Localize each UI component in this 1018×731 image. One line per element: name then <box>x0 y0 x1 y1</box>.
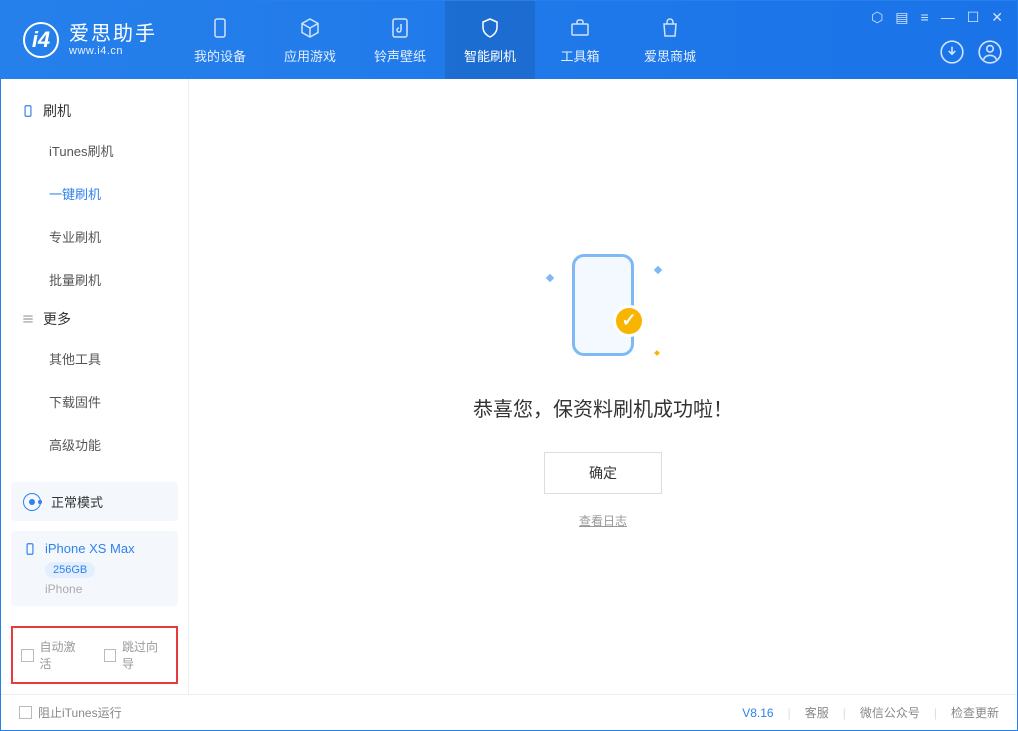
mode-icon <box>23 493 41 511</box>
phone-icon <box>21 104 35 118</box>
check-badge-icon: ✓ <box>613 305 645 337</box>
nav-tabs: 我的设备 应用游戏 铃声壁纸 智能刷机 工具箱 爱思商城 <box>175 1 715 79</box>
sidebar-item-download-firmware[interactable]: 下载固件 <box>1 380 188 423</box>
ok-button[interactable]: 确定 <box>544 452 662 494</box>
device-card[interactable]: iPhone XS Max 256GB iPhone <box>11 531 178 606</box>
menu-icon[interactable]: ≡ <box>921 9 929 26</box>
maximize-button[interactable]: ☐ <box>967 9 980 26</box>
header-bar: i4 爱思助手 www.i4.cn 我的设备 应用游戏 铃声壁纸 智能刷机 工具… <box>1 1 1017 79</box>
tab-ringtone[interactable]: 铃声壁纸 <box>355 1 445 79</box>
window-controls: ⬡ ▤ ≡ — ☐ ✕ <box>871 9 1003 26</box>
checkbox-skip-guide[interactable]: 跳过向导 <box>104 638 169 672</box>
device-name: iPhone XS Max <box>45 541 135 556</box>
checkbox-auto-activate[interactable]: 自动激活 <box>21 638 86 672</box>
success-message: 恭喜您，保资料刷机成功啦！ <box>473 393 733 422</box>
sidebar-group-more: 更多 <box>1 301 188 337</box>
shirt-icon[interactable]: ⬡ <box>871 9 883 26</box>
user-icon[interactable] <box>977 39 1003 65</box>
main-content: ✓ 恭喜您，保资料刷机成功啦！ 确定 查看日志 <box>189 79 1017 694</box>
highlighted-options: 自动激活 跳过向导 <box>11 626 178 684</box>
logo-icon: i4 <box>23 22 59 58</box>
wechat-link[interactable]: 微信公众号 <box>860 704 920 721</box>
view-log-link[interactable]: 查看日志 <box>579 512 627 529</box>
more-icon <box>21 312 35 326</box>
version-label: V8.16 <box>742 706 773 720</box>
check-update-link[interactable]: 检查更新 <box>951 704 999 721</box>
bag-icon <box>658 16 682 40</box>
device-capacity: 256GB <box>45 562 95 578</box>
sidebar-item-itunes-flash[interactable]: iTunes刷机 <box>1 129 188 172</box>
tab-flash[interactable]: 智能刷机 <box>445 1 535 79</box>
sidebar-item-other-tools[interactable]: 其他工具 <box>1 337 188 380</box>
checkbox-icon <box>21 649 34 662</box>
footer-bar: 阻止iTunes运行 V8.16 | 客服 | 微信公众号 | 检查更新 <box>1 694 1017 730</box>
sidebar-item-advanced[interactable]: 高级功能 <box>1 423 188 466</box>
checkbox-icon <box>19 706 32 719</box>
sidebar-item-pro-flash[interactable]: 专业刷机 <box>1 215 188 258</box>
sidebar-item-one-click-flash[interactable]: 一键刷机 <box>1 172 188 215</box>
minimize-button[interactable]: — <box>941 9 955 26</box>
device-type: iPhone <box>45 582 166 596</box>
tab-toolbox[interactable]: 工具箱 <box>535 1 625 79</box>
sidebar: 刷机 iTunes刷机 一键刷机 专业刷机 批量刷机 更多 其他工具 下载固件 … <box>1 79 189 694</box>
sidebar-item-batch-flash[interactable]: 批量刷机 <box>1 258 188 301</box>
device-icon <box>208 16 232 40</box>
sidebar-group-flash: 刷机 <box>1 93 188 129</box>
tab-my-device[interactable]: 我的设备 <box>175 1 265 79</box>
music-icon <box>388 16 412 40</box>
briefcase-icon <box>568 16 592 40</box>
mode-label: 正常模式 <box>51 492 103 511</box>
tab-apps[interactable]: 应用游戏 <box>265 1 355 79</box>
shield-icon <box>478 16 502 40</box>
support-link[interactable]: 客服 <box>805 704 829 721</box>
app-name: 爱思助手 <box>69 23 157 45</box>
checkbox-block-itunes[interactable]: 阻止iTunes运行 <box>19 704 122 721</box>
success-illustration: ✓ <box>543 245 663 365</box>
cube-icon <box>298 16 322 40</box>
logo[interactable]: i4 爱思助手 www.i4.cn <box>1 22 175 58</box>
phone-small-icon <box>23 542 37 556</box>
close-button[interactable]: ✕ <box>991 9 1003 26</box>
app-url: www.i4.cn <box>69 45 157 57</box>
mode-card[interactable]: 正常模式 <box>11 482 178 521</box>
checkbox-icon <box>104 649 117 662</box>
tab-store[interactable]: 爱思商城 <box>625 1 715 79</box>
list-icon[interactable]: ▤ <box>895 9 908 26</box>
download-icon[interactable] <box>939 39 965 65</box>
